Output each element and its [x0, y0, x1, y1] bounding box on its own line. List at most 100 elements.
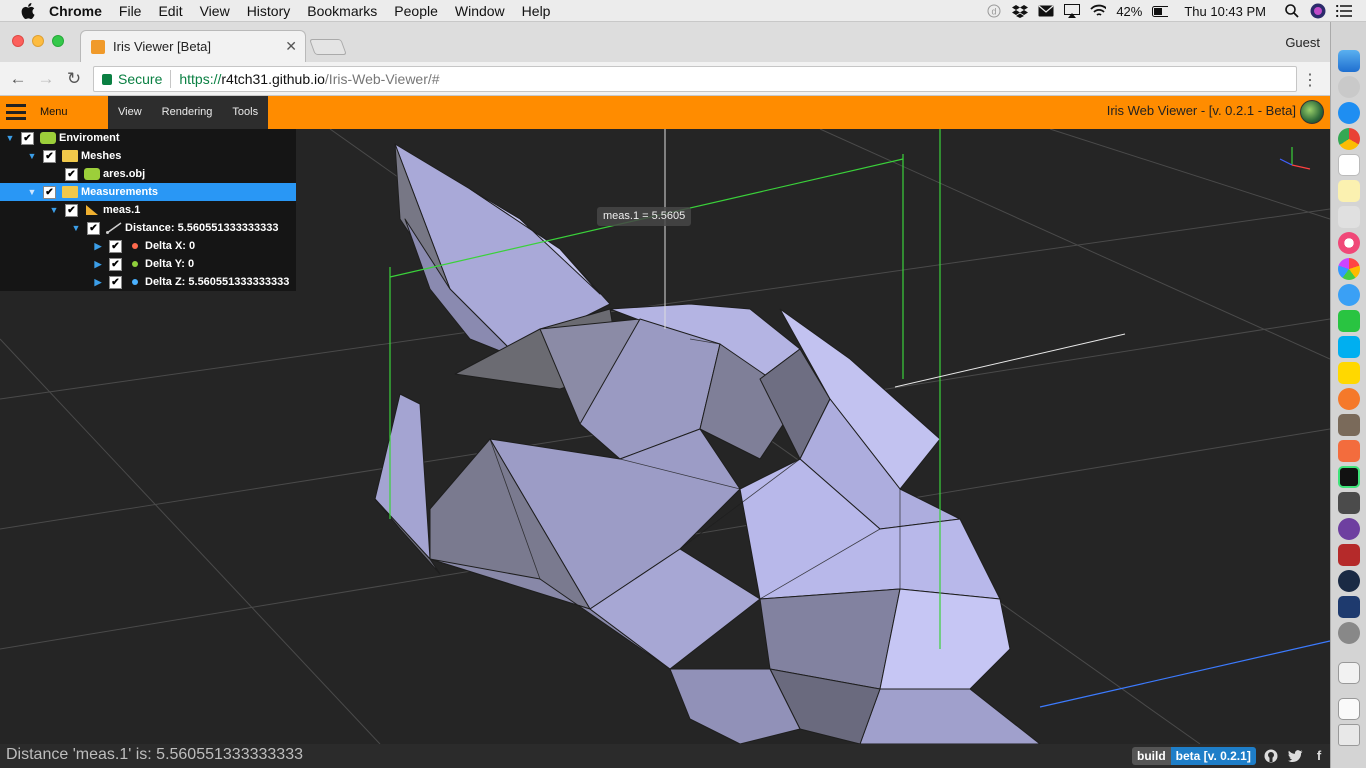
visibility-checkbox[interactable]: ✔ [65, 203, 78, 217]
back-icon[interactable]: ← [8, 69, 28, 89]
d-status-icon[interactable]: d [986, 4, 1002, 18]
preview-icon[interactable] [1338, 206, 1360, 228]
chrome-icon[interactable] [1338, 128, 1360, 150]
expand-arrow-icon[interactable]: ▼ [27, 187, 37, 197]
messages-icon[interactable] [1338, 284, 1360, 306]
battery-icon[interactable] [1152, 4, 1169, 18]
gimp-icon[interactable] [1338, 414, 1360, 436]
visibility-checkbox[interactable]: ✔ [109, 239, 122, 253]
app-store-icon[interactable] [1338, 102, 1360, 124]
dropbox-icon[interactable] [1012, 4, 1029, 18]
xampp-icon[interactable] [1338, 440, 1360, 462]
github-icon[interactable] [1263, 747, 1279, 765]
browser-tab[interactable]: Iris Viewer [Beta] ✕ [80, 30, 306, 62]
menu-app-name[interactable]: Chrome [49, 3, 102, 19]
zoom-window-button[interactable] [52, 35, 64, 47]
expand-arrow-icon[interactable]: ▼ [27, 151, 37, 161]
expand-arrow-icon[interactable]: ▶ [93, 241, 103, 252]
kakaotalk-icon[interactable] [1338, 362, 1360, 384]
clock[interactable]: Thu 10:43 PM [1184, 4, 1266, 19]
menu-history[interactable]: History [247, 3, 291, 19]
trash-icon[interactable] [1338, 724, 1360, 746]
blender-icon[interactable] [1338, 388, 1360, 410]
launchpad-icon[interactable] [1338, 76, 1360, 98]
visibility-checkbox[interactable]: ✔ [109, 257, 122, 271]
measurement-label: meas.1 = 5.5605 [597, 207, 692, 226]
tree-node-delta-z[interactable]: ▶ ✔ Delta Z: 5.560551333333333 [0, 273, 296, 291]
expand-arrow-icon[interactable]: ▼ [49, 205, 59, 215]
facetime-icon[interactable] [1338, 310, 1360, 332]
finder-icon[interactable] [1338, 50, 1360, 72]
documents-stack-icon[interactable] [1338, 662, 1360, 684]
tree-node-meas-1[interactable]: ▼ ✔ meas.1 [0, 201, 296, 219]
visibility-checkbox[interactable]: ✔ [43, 185, 56, 199]
forward-icon[interactable]: → [36, 69, 56, 89]
expand-arrow-icon[interactable]: ▶ [93, 259, 103, 270]
visual-studio-code-icon[interactable] [1338, 596, 1360, 618]
system-preferences-icon[interactable] [1338, 622, 1360, 644]
build-badge[interactable]: build beta [v. 0.2.1] [1132, 747, 1256, 765]
skype-icon[interactable] [1338, 336, 1360, 358]
notification-center-icon[interactable] [1336, 4, 1352, 18]
airplay-icon[interactable] [1064, 4, 1081, 18]
menu-view[interactable]: View [200, 3, 230, 19]
hamburger-menu-icon[interactable] [6, 104, 26, 120]
menu-label[interactable]: Menu [40, 106, 68, 118]
twitter-icon[interactable] [1287, 747, 1303, 765]
expand-arrow-icon[interactable]: ▼ [5, 133, 15, 143]
tree-node-environment[interactable]: ▼ ✔ Enviroment [0, 129, 296, 147]
tree-node-label: Enviroment [59, 132, 120, 144]
itunes-icon[interactable] [1338, 232, 1360, 254]
visibility-checkbox[interactable]: ✔ [87, 221, 100, 235]
menu-people[interactable]: People [394, 3, 438, 19]
tree-node-meshes[interactable]: ▼ ✔ Meshes [0, 147, 296, 165]
expand-arrow-icon[interactable]: ▼ [71, 223, 81, 233]
visibility-checkbox[interactable]: ✔ [21, 131, 34, 145]
calendar-icon[interactable] [1338, 154, 1360, 176]
close-window-button[interactable] [12, 35, 24, 47]
notes-icon[interactable] [1338, 180, 1360, 202]
tree-node-delta-y[interactable]: ▶ ✔ Delta Y: 0 [0, 255, 296, 273]
menu-window[interactable]: Window [455, 3, 505, 19]
expand-arrow-icon[interactable]: ▶ [93, 277, 103, 288]
browser-menu-icon[interactable]: ⋮ [1302, 70, 1318, 90]
browser-tab-strip: Iris Viewer [Beta] ✕ Guest [0, 22, 1330, 62]
menu-bookmarks[interactable]: Bookmarks [307, 3, 377, 19]
menu-help[interactable]: Help [522, 3, 551, 19]
tab-close-icon[interactable]: ✕ [285, 38, 297, 55]
tree-node-distance[interactable]: ▼ ✔ Distance: 5.560551333333333 [0, 219, 296, 237]
tree-node-delta-x[interactable]: ▶ ✔ Delta X: 0 [0, 237, 296, 255]
apple-icon[interactable] [20, 2, 36, 19]
url-path: /Iris-Web-Viewer/# [324, 71, 440, 87]
app-title: Iris Web Viewer - [v. 0.2.1 - Beta] [1106, 103, 1296, 118]
steam-icon[interactable] [1338, 570, 1360, 592]
battery-percent[interactable]: 42% [1116, 4, 1142, 19]
visibility-checkbox[interactable]: ✔ [43, 149, 56, 163]
tab-tools[interactable]: Tools [222, 96, 268, 129]
pycharm-icon[interactable] [1338, 466, 1360, 488]
tree-node-measurements[interactable]: ▼ ✔ Measurements [0, 183, 296, 201]
siri-icon[interactable] [1310, 3, 1326, 19]
game-controller-icon[interactable] [1338, 544, 1360, 566]
facebook-icon[interactable]: f [1311, 747, 1327, 765]
downloads-stack-icon[interactable] [1338, 698, 1360, 720]
tab-rendering[interactable]: Rendering [152, 96, 223, 129]
new-tab-button[interactable] [309, 39, 347, 55]
tree-node-label: Distance: 5.560551333333333 [125, 222, 279, 234]
menu-edit[interactable]: Edit [158, 3, 182, 19]
address-bar[interactable]: Secure https:// r4tch31.github.io /Iris-… [93, 66, 1297, 92]
menu-file[interactable]: File [119, 3, 142, 19]
photos-icon[interactable] [1338, 258, 1360, 280]
mail-icon[interactable] [1038, 4, 1054, 18]
tab-view[interactable]: View [108, 96, 152, 129]
sublime-text-icon[interactable] [1338, 492, 1360, 514]
spotlight-icon[interactable] [1284, 4, 1300, 18]
github-desktop-icon[interactable] [1338, 518, 1360, 540]
tree-node-ares-obj[interactable]: ✔ ares.obj [0, 165, 296, 183]
minimize-window-button[interactable] [32, 35, 44, 47]
profile-label[interactable]: Guest [1285, 35, 1320, 50]
reload-icon[interactable]: ↻ [64, 69, 84, 89]
visibility-checkbox[interactable]: ✔ [109, 275, 122, 289]
wifi-icon[interactable] [1090, 4, 1107, 18]
visibility-checkbox[interactable]: ✔ [65, 167, 78, 181]
